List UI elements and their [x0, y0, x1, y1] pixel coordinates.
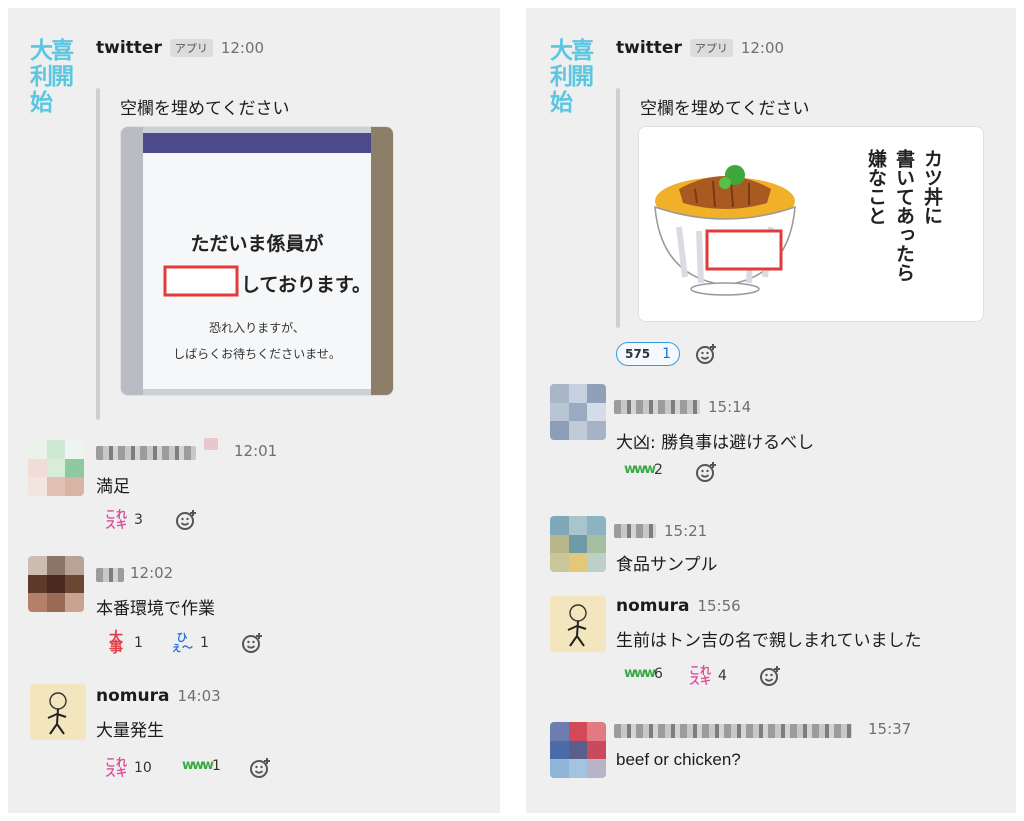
sign-line-1: ただいま係員が [190, 233, 324, 255]
username[interactable]: nomura [96, 686, 169, 706]
message-text: 満足 [96, 477, 130, 497]
message-time[interactable]: 12:00 [741, 39, 784, 57]
reaction-count: 1 [134, 635, 143, 651]
reaction-count: 6 [654, 666, 663, 682]
attachment-bar [96, 88, 100, 420]
reaction-kore-suki[interactable]: これスキ 3 [104, 508, 143, 531]
message-text: 食品サンプル [616, 555, 718, 575]
user-avatar-nomura[interactable] [30, 684, 86, 740]
blurred-username[interactable] [96, 446, 196, 460]
user-avatar-nomura[interactable] [550, 596, 606, 652]
nomura-avatar-drawing [47, 692, 67, 735]
reaction-count: 1 [662, 346, 671, 362]
kore-suki-icon: これスキ [689, 664, 711, 687]
attachment-title: 空欄を埋めてください [120, 99, 290, 119]
575-icon: 575 [625, 347, 651, 361]
message-text: 大凶: 勝負事は避けるべし [616, 433, 815, 453]
attachment-bar [616, 88, 620, 328]
blurred-username[interactable] [614, 724, 852, 738]
sign-line-2: しております。 [241, 274, 371, 296]
add-reaction-icon[interactable] [240, 631, 264, 655]
blurred-username[interactable] [614, 400, 700, 414]
add-reaction-icon[interactable] [694, 460, 718, 484]
caption-col-2: 書いてあったら [893, 149, 915, 282]
blurred-status [204, 438, 218, 450]
add-reaction-icon[interactable] [758, 664, 782, 688]
reaction-count: 2 [654, 462, 663, 478]
message-header: nomura 15:56 [616, 596, 741, 616]
add-reaction-icon[interactable] [248, 756, 272, 780]
message-text: 大量発生 [96, 721, 164, 741]
message-text: 生前はトン吉の名で親しまれていました [616, 631, 922, 651]
reaction-count: 1 [200, 635, 209, 651]
reaction-hie[interactable]: ひぇ〜 1 [170, 631, 209, 654]
message-text: beef or chicken? [616, 750, 741, 769]
www-icon: www [624, 666, 656, 681]
message-time[interactable]: 12:01 [234, 442, 277, 460]
right-channel-panel: 大喜利開始 twitter アプリ 12:00 空欄を埋めてください カツ丼に … [526, 8, 1016, 813]
reaction-count: 3 [134, 512, 143, 528]
message-time[interactable]: 12:00 [221, 39, 264, 57]
bot-avatar-logo[interactable]: 大喜利開始 [550, 38, 604, 116]
attachment-title: 空欄を埋めてください [640, 99, 810, 119]
sign-line-3: 恐れ入りますが、 [209, 321, 305, 335]
blurred-username[interactable] [96, 568, 124, 582]
app-badge: アプリ [169, 39, 213, 57]
bot-name[interactable]: twitter [616, 38, 682, 58]
message-time[interactable]: 12:02 [130, 564, 173, 582]
www-icon: www [182, 758, 214, 773]
bot-header: twitter アプリ 12:00 [96, 38, 264, 58]
blurred-username[interactable] [614, 524, 656, 538]
daiji-icon: 大事 [109, 630, 123, 656]
message-time[interactable]: 15:37 [868, 720, 911, 738]
reaction-www[interactable]: www 6 [624, 666, 663, 682]
reaction-575[interactable]: 575 1 [616, 342, 680, 366]
message-time[interactable]: 14:03 [177, 687, 220, 705]
user-avatar[interactable] [550, 384, 606, 440]
attachment-image[interactable]: ただいま係員が しております。 恐れ入りますが、 しばらくお待ちくださいませ。 [120, 126, 394, 396]
user-avatar[interactable] [550, 516, 606, 572]
left-channel-panel: 大喜利開始 twitter アプリ 12:00 空欄を埋めてください ただいま係… [8, 8, 500, 813]
reaction-count: 4 [718, 668, 727, 684]
reaction-count: 10 [134, 760, 152, 776]
user-avatar[interactable] [28, 556, 84, 612]
add-reaction-icon[interactable] [694, 342, 718, 366]
sign-line-4: しばらくお待ちくださいませ。 [173, 347, 341, 361]
reaction-www[interactable]: www 2 [624, 462, 663, 478]
message-text: 本番環境で作業 [96, 599, 215, 619]
bot-header: twitter アプリ 12:00 [616, 38, 784, 58]
hie-icon: ひぇ〜 [171, 631, 193, 654]
message-time[interactable]: 15:56 [697, 597, 740, 615]
kore-suki-icon: これスキ [105, 508, 127, 531]
kore-suki-icon: これスキ [105, 756, 127, 779]
user-avatar[interactable] [28, 440, 84, 496]
user-avatar[interactable] [550, 722, 606, 778]
nomura-avatar-drawing [567, 604, 587, 647]
attachment-image[interactable]: カツ丼に 書いてあったら 嫌なこと [638, 126, 984, 322]
reaction-kore-suki[interactable]: これスキ 4 [688, 664, 727, 687]
message-time[interactable]: 15:21 [664, 522, 707, 540]
caption-col-3: 嫌なこと [865, 149, 887, 225]
caption-col-1: カツ丼に [921, 149, 943, 225]
username[interactable]: nomura [616, 596, 689, 616]
reaction-count: 1 [212, 758, 221, 774]
reaction-kore-suki[interactable]: これスキ 10 [104, 756, 152, 779]
reaction-www[interactable]: www 1 [182, 758, 221, 774]
bot-avatar-logo[interactable]: 大喜利開始 [30, 38, 84, 116]
app-badge: アプリ [689, 39, 733, 57]
message-time[interactable]: 15:14 [708, 398, 751, 416]
www-icon: www [624, 462, 656, 477]
reaction-daiji[interactable]: 大事 1 [104, 630, 143, 656]
message-header: nomura 14:03 [96, 686, 221, 706]
add-reaction-icon[interactable] [174, 508, 198, 532]
bot-name[interactable]: twitter [96, 38, 162, 58]
